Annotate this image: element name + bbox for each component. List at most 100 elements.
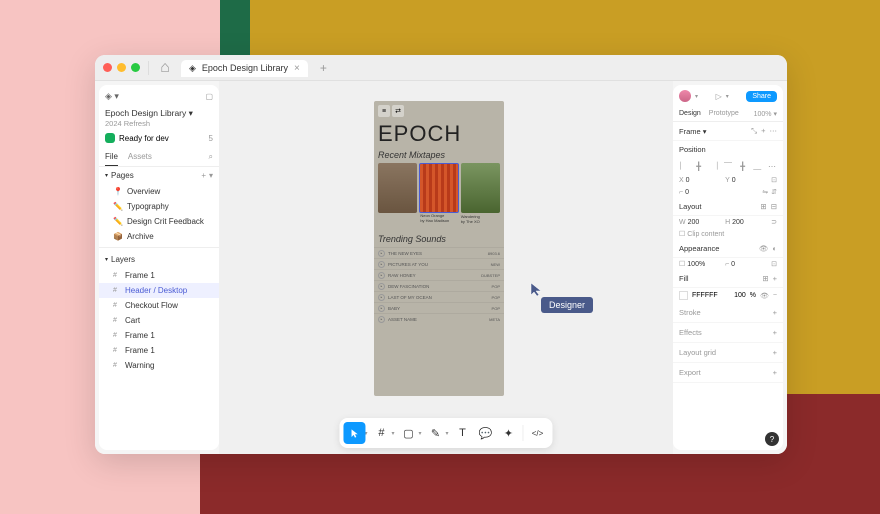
align-right-icon[interactable]: ⎹ [708,161,718,171]
link-dims-icon[interactable]: ⊃ [771,218,777,226]
frame-type[interactable]: Frame ▾ [679,127,707,136]
export-section[interactable]: Export+ [673,363,783,383]
constrain-icon[interactable]: ⊡ [771,176,777,184]
page-item[interactable]: ✏️Design Crit Feedback [99,214,219,229]
visibility-icon[interactable]: 👁 [760,292,769,300]
file-tab[interactable]: ◈ Epoch Design Library × [181,60,308,77]
play-icon: ▸ [378,250,385,257]
dev-mode-toggle[interactable]: </> [527,422,549,444]
file-name[interactable]: Epoch Design Library ▾ [105,108,213,119]
shape-tool[interactable]: ▢ [398,422,420,444]
align-bottom-icon[interactable]: ⎽ [752,161,762,171]
align-center-icon[interactable]: ╋ [694,161,704,171]
track-row: ▸THE NEW EYES8903.6 [374,247,504,258]
layer-item[interactable]: #Frame 1 [99,268,219,283]
add-icon[interactable]: + [761,126,765,136]
flip-v-icon[interactable]: ⇵ [771,188,777,196]
layer-item[interactable]: #Warning [99,358,219,373]
artboard-header-desktop[interactable]: ≡⇄ EPOCH Recent Mixtapes Neon Orangeby H… [374,101,504,396]
autolayout-h-icon[interactable]: ⊟ [771,202,777,211]
panel-toggle-icon[interactable]: ▢ [205,92,213,101]
page-item[interactable]: 📦Archive [99,229,219,244]
layout-grid-section[interactable]: Layout grid+ [673,343,783,363]
clip-content-toggle[interactable]: ☐ Clip content [679,230,777,238]
page-item[interactable]: ✏️Typography [99,199,219,214]
opacity-input[interactable]: ☐ 100% [679,260,722,268]
pages-header[interactable]: Pages [111,171,134,180]
track-row: ▸ASSET NAMEMETA [374,313,504,324]
align-middle-icon[interactable]: ╋ [738,161,748,171]
layers-header[interactable]: Layers [111,255,135,264]
resize-icon[interactable]: ⤡ [751,126,757,136]
hex-input[interactable]: FFFFFF [692,292,718,299]
width-input[interactable]: W 200 [679,218,722,226]
corners-icon[interactable]: ⊡ [771,260,777,268]
new-tab-button[interactable]: + [320,61,327,75]
x-input[interactable]: X 0 [679,176,722,184]
dev-status[interactable]: Ready for dev 5 [99,128,219,148]
swap-icon: ⇄ [392,105,404,117]
mixtape-card: Wanderingby The XO [461,163,500,213]
more-align-icon[interactable]: ⋯ [767,161,777,171]
home-icon[interactable]: ⌂ [157,60,173,76]
color-swatch[interactable] [679,291,688,300]
move-tool[interactable] [343,422,365,444]
left-panel: ◈ ▾ ▢ Epoch Design Library ▾ 2024 Refres… [99,85,219,450]
tab-assets[interactable]: Assets [128,148,152,166]
text-tool[interactable]: T [452,422,474,444]
styles-icon[interactable]: ⊞ [762,274,768,283]
effects-section[interactable]: Effects+ [673,323,783,343]
share-button[interactable]: Share [746,91,777,102]
tab-title: Epoch Design Library [202,63,288,73]
add-page-icon[interactable]: + [201,171,206,180]
tab-file[interactable]: File [105,148,118,166]
close-icon[interactable]: × [294,63,300,74]
align-left-icon[interactable]: ⎸ [679,161,689,171]
page-item[interactable]: 📍Overview [99,184,219,199]
alpha-input[interactable]: 100 [734,292,746,299]
flip-h-icon[interactable]: ⇋ [762,188,768,196]
fill-header: Fill [679,274,689,283]
avatar[interactable] [679,90,691,102]
tab-design[interactable]: Design [679,107,701,121]
align-top-icon[interactable]: ⎺ [723,161,733,171]
help-button[interactable]: ? [765,432,779,446]
tab-prototype[interactable]: Prototype [709,107,739,121]
rotation-input[interactable]: ⌐ 0 [679,188,718,196]
right-panel: ▾ ▷▾ Share Design Prototype 100% ▾ Frame… [673,85,783,450]
eye-icon[interactable]: 👁 [759,244,769,253]
layout-header: Layout [679,202,702,211]
height-input[interactable]: H 200 [725,218,768,226]
search-icon[interactable]: ⌕ [209,148,213,166]
layer-item[interactable]: #Frame 1 [99,343,219,358]
play-icon: ▸ [378,283,385,290]
comment-tool[interactable]: 💬 [475,422,497,444]
blend-icon[interactable]: ◐ [772,244,777,253]
zoom-level[interactable]: 100% ▾ [754,107,777,121]
layer-item[interactable]: #Header / Desktop [99,283,219,298]
titlebar: ⌂ ◈ Epoch Design Library × + [95,55,787,81]
track-row: ▸LAST OF MY OCEANPOP [374,291,504,302]
actions-tool[interactable]: ✦ [498,422,520,444]
track-row: ▸PICTURES AT YOUNEW [374,258,504,269]
layer-item[interactable]: #Cart [99,313,219,328]
layer-item[interactable]: #Frame 1 [99,328,219,343]
y-input[interactable]: Y 0 [725,176,768,184]
play-icon: ▸ [378,272,385,279]
figma-menu-icon[interactable]: ◈ ▾ [105,91,119,102]
pen-tool[interactable]: ✎ [425,422,447,444]
layer-item[interactable]: #Checkout Flow [99,298,219,313]
frame-icon: # [113,272,121,279]
add-fill-icon[interactable]: + [773,274,777,283]
frame-tool[interactable]: # [370,422,392,444]
window-controls[interactable] [103,63,140,72]
more-icon[interactable]: ⋯ [770,126,778,136]
page-options-icon[interactable]: ▾ [209,171,213,180]
stroke-section[interactable]: Stroke+ [673,303,783,323]
canvas[interactable]: ≡⇄ EPOCH Recent Mixtapes Neon Orangeby H… [219,81,673,454]
autolayout-v-icon[interactable]: ⊞ [760,202,766,211]
radius-input[interactable]: ⌐ 0 [725,260,768,268]
present-icon[interactable]: ▷ [716,92,722,101]
remove-icon[interactable]: − [773,292,777,299]
bottom-toolbar: ▾ #▾ ▢▾ ✎▾ T 💬 ✦ </> [339,418,552,448]
